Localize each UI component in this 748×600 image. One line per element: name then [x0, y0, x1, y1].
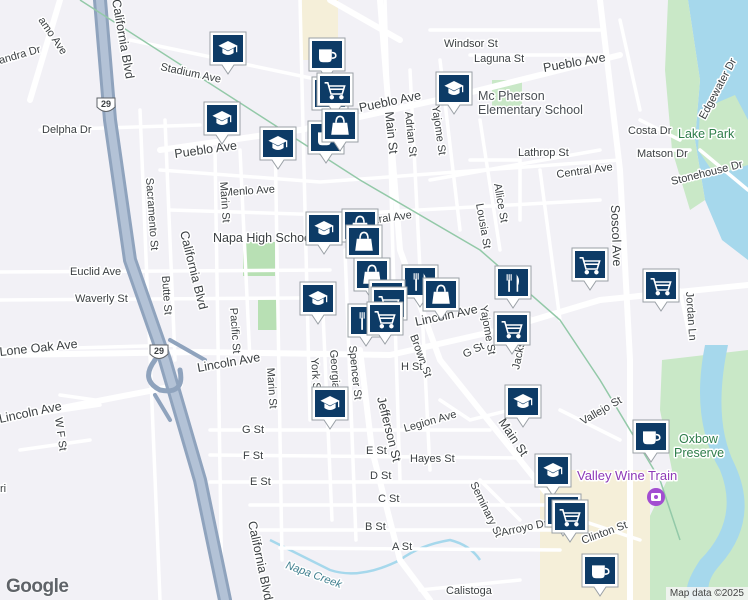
napa-high-school-label: Napa High School: [213, 231, 314, 245]
mcpherson-label-line-1: Mc Pherson: [478, 89, 545, 103]
delpha-dr-label: Delpha Dr: [42, 124, 92, 136]
oxbow-label-line-1: Oxbow: [679, 432, 719, 446]
soscol-ave-label: Soscol Ave: [608, 205, 624, 267]
windsor-st-label: Windsor St: [444, 38, 498, 50]
lathrop-st-label: Lathrop St: [518, 147, 569, 159]
google-logo[interactable]: Google: [6, 576, 69, 598]
route-29-shield-south: 29: [149, 344, 169, 359]
map-canvas[interactable]: 29 29 Napa High School Mc Pherson Elemen…: [0, 0, 748, 600]
d-st-label: D St: [370, 470, 391, 482]
oxbow-label-line-2: Preserve: [674, 446, 724, 460]
laguna-st-label: Laguna St: [474, 53, 524, 65]
valley-wine-train-label: Valley Wine Train: [577, 468, 677, 483]
h-st-label: H St: [401, 361, 422, 373]
lake-park-label: Lake Park: [678, 127, 735, 141]
route-29-number-north: 29: [101, 99, 111, 109]
e-st-label-2: E St: [366, 445, 387, 457]
c-st-label: C St: [378, 493, 399, 505]
ri-label: ri: [0, 483, 6, 495]
matson-dr-label: Matson Dr: [637, 148, 688, 160]
map-attribution[interactable]: Map data ©2025: [665, 587, 748, 600]
valley-wine-train-camera-icon[interactable]: [647, 488, 665, 506]
f-st-label: F St: [243, 450, 263, 462]
costa-dr-label: Costa Dr: [628, 125, 672, 137]
hayes-st-label: Hayes St: [410, 453, 455, 465]
route-29-number-south: 29: [154, 346, 164, 356]
b-st-label: B St: [365, 521, 386, 533]
route-29-shield-north: 29: [96, 97, 116, 112]
napa-high-field-2: [258, 298, 278, 330]
calistoga-label: Calistoga: [446, 585, 493, 597]
e-st-label-1: E St: [250, 476, 271, 488]
mcpherson-label-line-2: Elementary School: [478, 103, 583, 117]
euclid-ave-label: Euclid Ave: [70, 266, 121, 278]
waverly-st-label: Waverly St: [75, 293, 128, 305]
g-st-label-1: G St: [242, 424, 264, 436]
a-st-label: A St: [392, 541, 412, 553]
